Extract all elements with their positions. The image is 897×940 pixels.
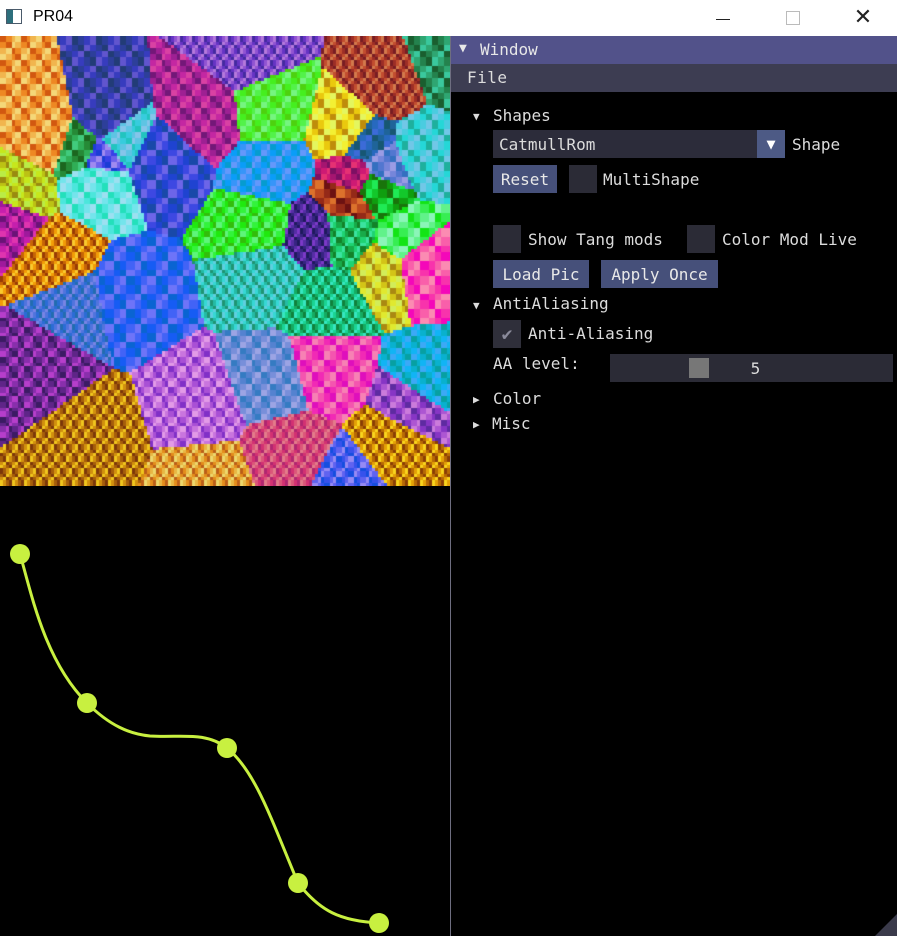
control-point[interactable]	[369, 913, 389, 933]
antialiasing-header[interactable]: AntiAliasing	[493, 294, 609, 313]
curve-editor-canvas[interactable]	[0, 486, 450, 936]
minimize-icon	[716, 18, 730, 20]
anti-aliasing-label: Anti-Aliasing	[528, 324, 654, 343]
apply-once-button[interactable]: Apply Once	[601, 260, 718, 288]
anti-aliasing-checkbox[interactable]: ✔	[493, 320, 521, 348]
control-point[interactable]	[10, 544, 30, 564]
color-mod-live-label: Color Mod Live	[722, 230, 857, 249]
show-tang-mods-checkbox[interactable]	[493, 225, 521, 253]
show-tang-mods-label: Show Tang mods	[528, 230, 663, 249]
aa-level-value: 5	[750, 359, 761, 378]
control-point[interactable]	[288, 873, 308, 893]
control-point[interactable]	[77, 693, 97, 713]
panel-title-bar[interactable]: ▼ Window	[451, 36, 897, 64]
shapes-expanded-icon[interactable]: ▼	[473, 110, 480, 123]
shape-combo-value: CatmullRom	[499, 135, 596, 154]
resize-grip-icon[interactable]	[875, 914, 897, 936]
maximize-icon	[786, 11, 800, 25]
misc-header[interactable]: Misc	[492, 414, 531, 433]
window-title: PR04	[33, 8, 74, 25]
curve-path	[18, 553, 380, 925]
minimize-button[interactable]	[700, 0, 746, 36]
shapes-header[interactable]: Shapes	[493, 106, 551, 125]
checkmark-icon: ✔	[501, 323, 513, 345]
color-collapsed-icon[interactable]: ▶	[473, 393, 480, 406]
aa-level-label: AA level:	[493, 354, 580, 373]
menu-bar: File	[451, 64, 897, 92]
collapse-triangle-icon[interactable]: ▼	[459, 41, 467, 56]
control-point[interactable]	[217, 738, 237, 758]
close-icon: ✕	[853, 5, 873, 30]
load-pic-button[interactable]: Load Pic	[493, 260, 589, 288]
multishape-label: MultiShape	[603, 170, 700, 189]
misc-collapsed-icon[interactable]: ▶	[473, 418, 480, 431]
maximize-button[interactable]	[770, 0, 816, 36]
color-mod-live-checkbox[interactable]	[687, 225, 715, 253]
aa-level-slider[interactable]: 5	[610, 354, 893, 382]
multishape-checkbox[interactable]	[569, 165, 597, 193]
catmullrom-curve	[10, 544, 389, 933]
color-header[interactable]: Color	[493, 389, 541, 408]
shape-combo[interactable]: CatmullRom ▼	[493, 130, 785, 158]
imgui-window-panel: ▼ Window File ▼ Shapes CatmullRom ▼ Shap…	[450, 36, 897, 936]
panel-title: Window	[480, 40, 538, 59]
reset-button[interactable]: Reset	[493, 165, 557, 193]
menu-file[interactable]: File	[467, 68, 508, 87]
close-button[interactable]: ✕	[840, 0, 886, 36]
client-area: ▼ Window File ▼ Shapes CatmullRom ▼ Shap…	[0, 36, 897, 936]
shape-label: Shape	[792, 135, 841, 154]
antialiasing-expanded-icon[interactable]: ▼	[473, 299, 480, 312]
title-bar: PR04 ✕	[0, 0, 897, 36]
dropdown-arrow-icon[interactable]: ▼	[757, 130, 785, 158]
app-icon	[6, 9, 22, 24]
rendered-mosaic-image	[0, 36, 450, 486]
